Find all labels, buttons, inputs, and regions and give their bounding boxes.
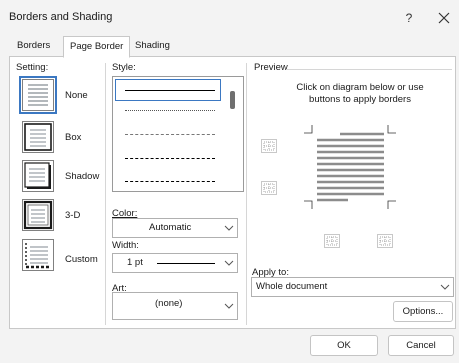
left-border-button[interactable] (324, 234, 340, 248)
color-value: Automatic (149, 222, 192, 233)
style-dashed-fine-line[interactable] (125, 134, 215, 135)
tab-borders[interactable]: Borders (11, 36, 56, 57)
help-button[interactable]: ? (398, 8, 420, 28)
style-dashed-line[interactable] (125, 158, 215, 159)
style-dotted-line[interactable] (125, 110, 215, 111)
chevron-down-icon (437, 278, 453, 296)
setting-none-label[interactable]: None (65, 90, 88, 101)
dialog-footer: OK Cancel (0, 329, 459, 363)
tab-strip: Borders Page Border Shading (11, 36, 456, 58)
preview-rule (286, 69, 452, 70)
style-heading: Style: (112, 62, 136, 73)
border-bottom-icon (263, 183, 275, 193)
setting-none-icon[interactable] (19, 76, 57, 114)
preview-instruction: Click on diagram below or use buttons to… (296, 82, 424, 105)
style-dash-dot-line[interactable] (125, 181, 215, 182)
setting-shadow-label[interactable]: Shadow (65, 171, 99, 182)
border-right-icon (379, 236, 391, 246)
top-border-button[interactable] (261, 139, 277, 153)
border-left-icon (326, 236, 338, 246)
setting-shadow-glyph (24, 162, 51, 189)
tab-shading[interactable]: Shading (129, 36, 176, 57)
chevron-down-icon (221, 254, 237, 272)
width-line-sample (157, 263, 215, 264)
border-top-icon (263, 141, 275, 151)
right-border-button[interactable] (377, 234, 393, 248)
width-label: Width: (112, 240, 139, 251)
dialog-title: Borders and Shading (9, 11, 113, 23)
bottom-border-button[interactable] (261, 181, 277, 195)
setting-3d-icon[interactable] (22, 199, 54, 231)
style-list[interactable] (112, 76, 244, 192)
setting-none-glyph (28, 84, 48, 106)
art-value: (none) (155, 298, 183, 309)
divider-right (246, 63, 247, 325)
close-button[interactable] (434, 8, 454, 28)
setting-custom-label[interactable]: Custom (65, 254, 98, 265)
setting-box-glyph (24, 123, 52, 151)
tab-page-border[interactable]: Page Border (63, 36, 131, 58)
setting-box-label[interactable]: Box (65, 132, 81, 143)
page-border-panel: Setting: None Box Shadow 3-D Custom Styl… (9, 56, 456, 329)
setting-shadow-icon[interactable] (22, 160, 54, 192)
preview-heading: Preview (254, 62, 288, 73)
setting-3d-glyph (23, 200, 53, 230)
setting-custom-glyph (25, 243, 50, 269)
apply-to-value: Whole document (256, 281, 328, 292)
setting-3d-label[interactable]: 3-D (65, 210, 80, 221)
scrollbar-thumb[interactable] (230, 91, 235, 109)
cancel-button[interactable]: Cancel (388, 335, 454, 356)
setting-box-icon[interactable] (22, 121, 54, 153)
preview-diagram[interactable] (298, 119, 402, 218)
preview-page-glyph (304, 125, 396, 209)
divider-left (105, 63, 106, 325)
chevron-down-icon (221, 297, 237, 315)
setting-custom-icon[interactable] (22, 239, 54, 271)
title-bar: Borders and Shading ? (0, 0, 459, 34)
apply-to-dropdown[interactable]: Whole document (251, 277, 454, 297)
options-button[interactable]: Options... (393, 301, 453, 322)
ok-button[interactable]: OK (310, 335, 378, 356)
style-solid-line[interactable] (125, 90, 215, 91)
art-dropdown[interactable]: (none) (112, 292, 238, 320)
color-dropdown[interactable]: Automatic (112, 218, 238, 238)
setting-heading: Setting: (16, 62, 49, 73)
width-dropdown[interactable]: 1 pt (112, 253, 238, 273)
style-scrollbar[interactable] (223, 77, 243, 191)
chevron-down-icon (221, 219, 237, 237)
width-value: 1 pt (127, 257, 143, 268)
close-icon (438, 12, 450, 24)
